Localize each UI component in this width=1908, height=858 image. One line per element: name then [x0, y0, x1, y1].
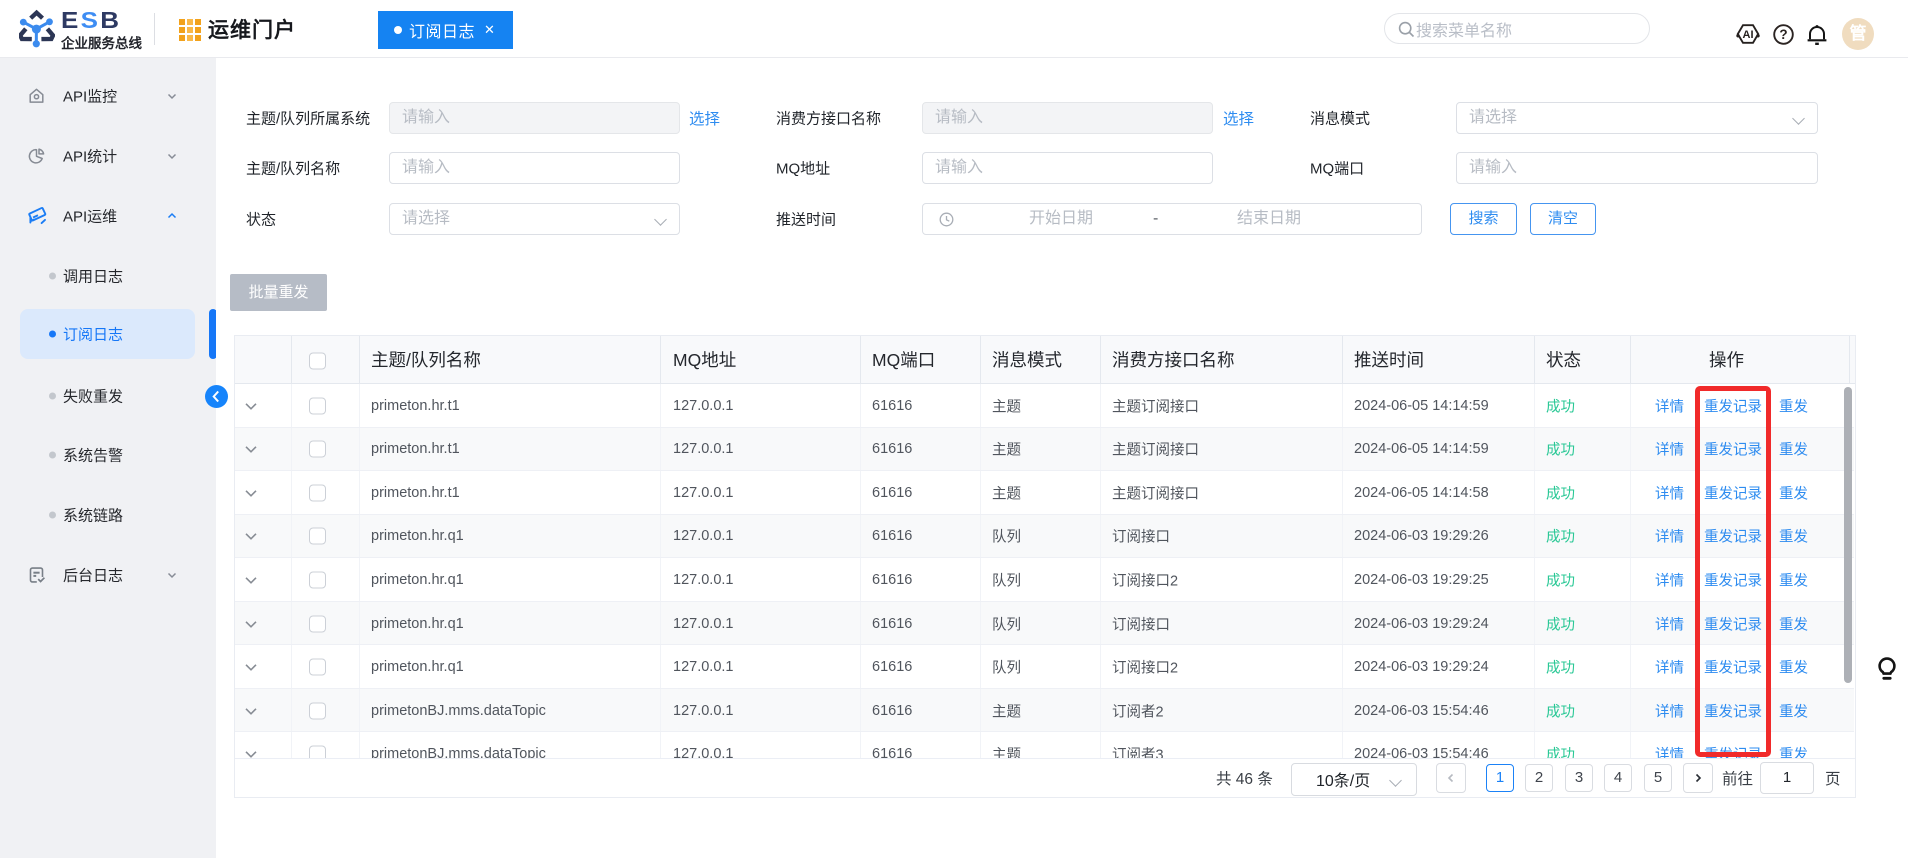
- svg-text:AI: AI: [1743, 29, 1754, 41]
- svg-text:?: ?: [1779, 27, 1787, 42]
